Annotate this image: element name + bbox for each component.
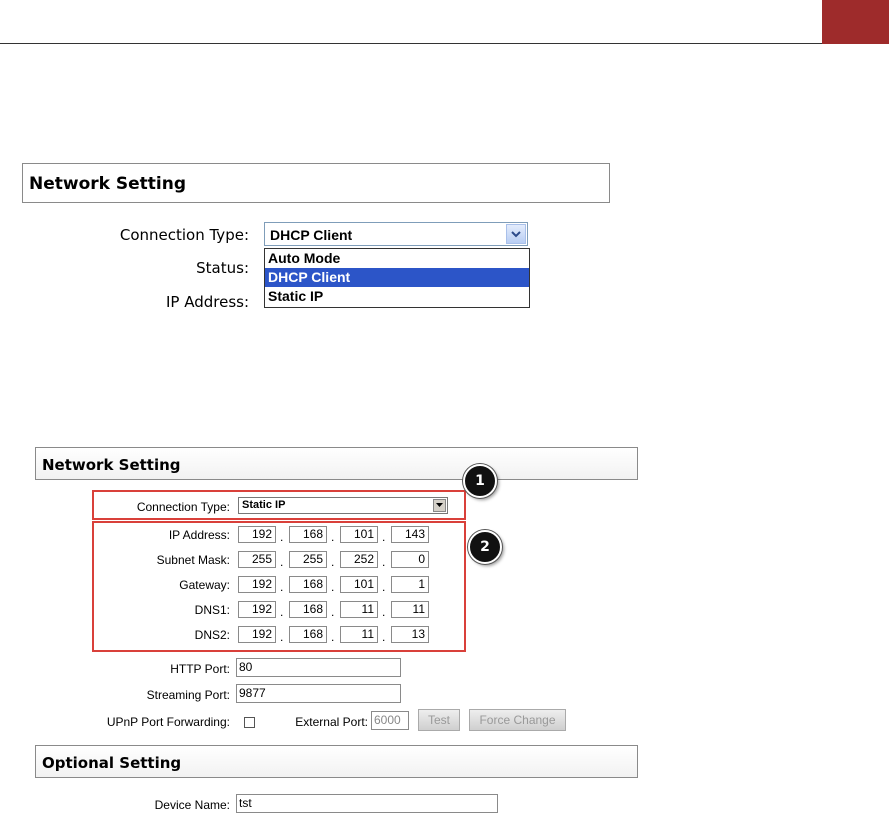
- connection-type-select[interactable]: DHCP Client: [264, 222, 528, 246]
- section-title: Optional Setting: [42, 754, 182, 772]
- dns2-octet-1[interactable]: 192: [238, 626, 276, 643]
- chevron-down-icon[interactable]: [433, 499, 446, 512]
- force-change-button[interactable]: Force Change: [469, 709, 566, 731]
- section-title: Network Setting: [42, 456, 181, 474]
- device-name-label: Device Name:: [154, 798, 230, 812]
- dns2-octet-4[interactable]: 13: [391, 626, 429, 643]
- subnet-octet-3[interactable]: 252: [340, 551, 378, 568]
- dns1-octet-1[interactable]: 192: [238, 601, 276, 618]
- chevron-down-icon[interactable]: [506, 224, 526, 244]
- dns1-octet-4[interactable]: 11: [391, 601, 429, 618]
- connection-type-label: Connection Type:: [136, 500, 230, 514]
- ip-octet-4[interactable]: 143: [391, 526, 429, 543]
- option-static-ip[interactable]: Static IP: [265, 287, 529, 306]
- select-value: Static IP: [242, 499, 286, 511]
- connection-type-dropdown: Auto Mode DHCP Client Static IP: [264, 248, 530, 308]
- select-value: DHCP Client: [270, 227, 353, 243]
- option-dhcp-client[interactable]: DHCP Client: [265, 268, 529, 287]
- dns1-octet-3[interactable]: 11: [340, 601, 378, 618]
- streaming-port-field[interactable]: 9877: [236, 684, 401, 703]
- option-auto-mode[interactable]: Auto Mode: [265, 249, 529, 268]
- subnet-octet-4[interactable]: 0: [391, 551, 429, 568]
- dns2-octet-2[interactable]: 168: [289, 626, 327, 643]
- ip-address-label: IP Address:: [165, 293, 249, 311]
- brand-block: [822, 0, 889, 44]
- subnet-mask-label: Subnet Mask:: [156, 553, 230, 567]
- dns2-octet-3[interactable]: 11: [340, 626, 378, 643]
- http-port-field[interactable]: 80: [236, 658, 401, 677]
- gateway-label: Gateway:: [179, 578, 230, 592]
- subnet-octet-2[interactable]: 255: [289, 551, 327, 568]
- gateway-octet-4[interactable]: 1: [391, 576, 429, 593]
- callout-badge-2: 2: [468, 530, 502, 564]
- device-name-field[interactable]: tst: [236, 794, 498, 813]
- ip-octet-2[interactable]: 168: [289, 526, 327, 543]
- test-button[interactable]: Test: [418, 709, 460, 731]
- gateway-octet-1[interactable]: 192: [238, 576, 276, 593]
- status-label: Status:: [196, 259, 249, 277]
- ip-address-label: IP Address:: [168, 528, 230, 542]
- ip-octet-3[interactable]: 101: [340, 526, 378, 543]
- gateway-octet-3[interactable]: 101: [340, 576, 378, 593]
- external-port-field[interactable]: 6000: [371, 711, 409, 730]
- header-rule: [0, 43, 822, 44]
- callout-badge-1: 1: [463, 464, 497, 498]
- network-setting-header: Network Setting: [22, 163, 610, 203]
- optional-setting-header: Optional Setting: [35, 745, 638, 778]
- section-title: Network Setting: [29, 174, 187, 194]
- external-port-label: External Port:: [295, 715, 368, 729]
- dns1-octet-2[interactable]: 168: [289, 601, 327, 618]
- gateway-octet-2[interactable]: 168: [289, 576, 327, 593]
- http-port-label: HTTP Port:: [170, 662, 230, 676]
- ip-octet-1[interactable]: 192: [238, 526, 276, 543]
- connection-type-select[interactable]: Static IP: [238, 497, 448, 514]
- streaming-port-label: Streaming Port:: [146, 688, 230, 702]
- subnet-octet-1[interactable]: 255: [238, 551, 276, 568]
- dns1-label: DNS1:: [194, 603, 230, 617]
- connection-type-label: Connection Type:: [119, 226, 249, 244]
- network-setting-header-2: Network Setting: [35, 447, 638, 480]
- dns2-label: DNS2:: [194, 628, 230, 642]
